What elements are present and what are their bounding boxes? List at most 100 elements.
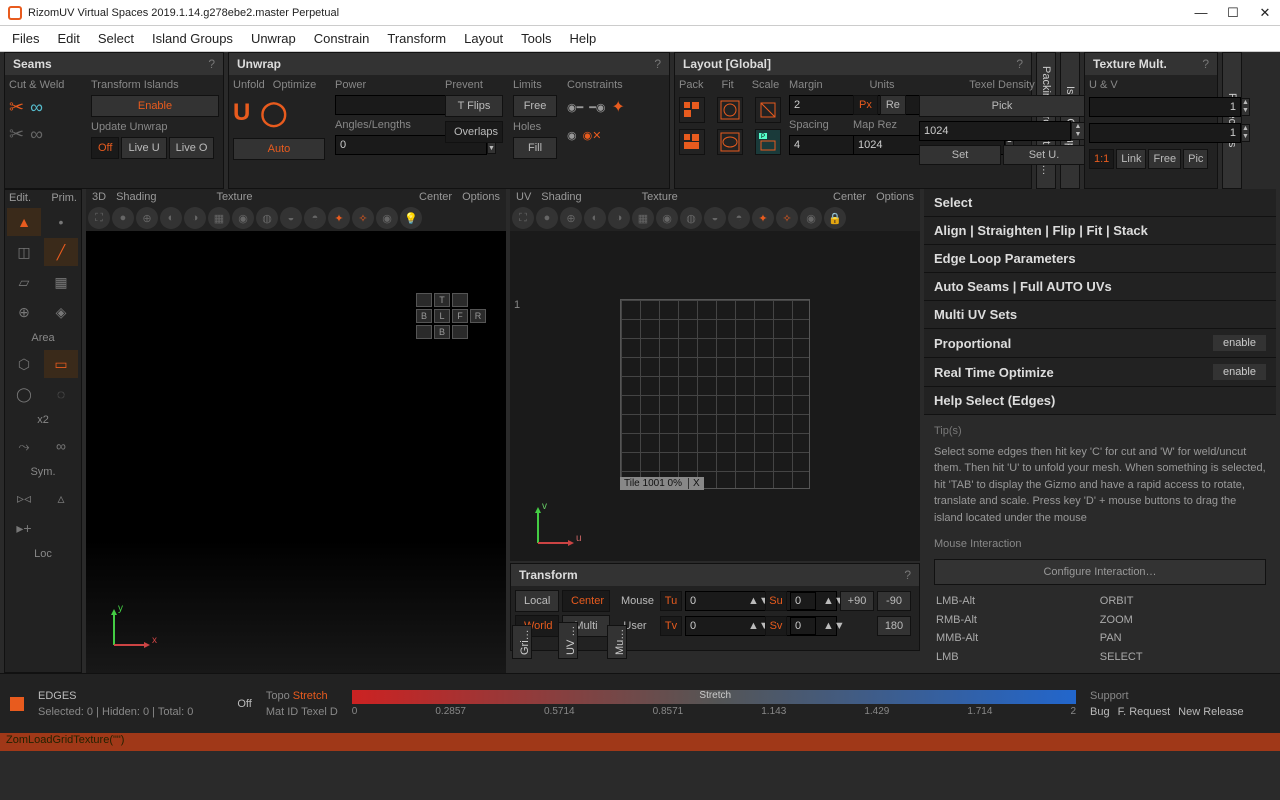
tflips-button[interactable]: T Flips (445, 95, 503, 117)
fit2-icon[interactable] (717, 129, 743, 155)
matid-label[interactable]: Mat ID (266, 706, 298, 718)
flip-tool[interactable]: ▸+ (7, 514, 41, 542)
edge-loop-section[interactable]: Edge Loop Parameters (924, 245, 1276, 273)
menu-constrain[interactable]: Constrain (314, 31, 370, 46)
pin-x-icon[interactable]: ◉✕ (583, 129, 602, 142)
auto-weld-icon[interactable]: ∞ (30, 124, 43, 145)
pack2-icon[interactable] (679, 129, 705, 155)
uvo2-icon[interactable]: 🔒 (824, 207, 846, 229)
pin-v-icon[interactable]: ◉━ (567, 101, 583, 114)
ratio-button[interactable]: 1:1 (1089, 149, 1114, 169)
weld-icon[interactable]: ∞ (30, 97, 43, 118)
menu-select[interactable]: Select (98, 31, 134, 46)
maximize-button[interactable]: ☐ (1226, 5, 1240, 21)
menu-layout[interactable]: Layout (464, 31, 503, 46)
sphere-tool[interactable]: ⊕ (7, 298, 41, 326)
tile-x[interactable]: X (688, 478, 700, 489)
fit-icon[interactable] (717, 97, 743, 123)
rect-tool[interactable]: ▭ (44, 350, 78, 378)
view-cube[interactable]: T BLFR B (414, 291, 488, 341)
help-icon[interactable]: ? (1202, 57, 1209, 71)
menu-island-groups[interactable]: Island Groups (152, 31, 233, 46)
uv-viewport[interactable]: UV Shading Texture Center Options ⛶●⊕◐◑ … (510, 189, 920, 561)
brush-tool[interactable]: ⬡ (7, 350, 41, 378)
select-section[interactable]: Select (924, 189, 1276, 217)
center2-icon[interactable]: ✧ (352, 207, 374, 229)
ring-tool[interactable]: ∞ (44, 432, 78, 460)
texeld-label[interactable]: Texel D (301, 706, 338, 718)
tex5-icon[interactable]: ◓ (304, 207, 326, 229)
m90-button[interactable]: -90 (877, 591, 911, 611)
frame-icon[interactable]: ⛶ (88, 207, 110, 229)
edge-tool[interactable]: ╱ (44, 238, 78, 266)
rto-section[interactable]: Real Time Optimizeenable (924, 358, 1276, 387)
off-button[interactable]: Off (91, 137, 119, 159)
re-button[interactable]: Re (880, 95, 906, 115)
uvt2-icon[interactable]: ◉ (656, 207, 678, 229)
sv-input[interactable] (790, 617, 816, 635)
help-icon[interactable]: ? (654, 57, 661, 71)
uvo1-icon[interactable]: ◉ (800, 207, 822, 229)
menu-unwrap[interactable]: Unwrap (251, 31, 296, 46)
texel-spinner[interactable]: ▲▼ (1071, 122, 1085, 140)
tex3-icon[interactable]: ◍ (256, 207, 278, 229)
scale-icon[interactable] (755, 97, 781, 123)
mirror-v-tool[interactable]: ▵ (44, 484, 78, 512)
r180-button[interactable]: 180 (877, 616, 911, 636)
uvs4-icon[interactable]: ◑ (608, 207, 630, 229)
pic-button[interactable]: Pic (1183, 149, 1208, 169)
menu-transform[interactable]: Transform (387, 31, 446, 46)
tu-button[interactable]: Tu (660, 591, 682, 611)
dot-tool[interactable]: • (44, 208, 78, 236)
free-button[interactable]: Free (1148, 149, 1181, 169)
config-button[interactable]: Configure Interaction… (934, 559, 1266, 586)
uv2-spinner[interactable]: ▲▼ (1241, 124, 1250, 142)
mirror-h-tool[interactable]: ▹◃ (7, 484, 41, 512)
set-button[interactable]: Set (919, 145, 1001, 165)
poly-tool[interactable]: ▱ (7, 268, 41, 296)
scale-p-icon[interactable]: P (755, 129, 781, 155)
auto-cut-icon[interactable]: ✂ (9, 124, 24, 145)
setu-button[interactable]: Set U. (1003, 145, 1085, 165)
uvc2-icon[interactable]: ✧ (776, 207, 798, 229)
loop-tool[interactable]: ◯ (7, 380, 41, 408)
uvs2-icon[interactable]: ⊕ (560, 207, 582, 229)
uvs1-icon[interactable]: ● (536, 207, 558, 229)
menu-tools[interactable]: Tools (521, 31, 551, 46)
auto-seams-section[interactable]: Auto Seams | Full AUTO UVs (924, 273, 1276, 301)
command-bar[interactable]: ZomLoadGridTexture("") (0, 733, 1280, 751)
shade3-icon[interactable]: ◐ (160, 207, 182, 229)
optimize-icon[interactable]: ◯ (260, 99, 287, 128)
p90-button[interactable]: +90 (840, 591, 874, 611)
center-button[interactable]: Center (562, 590, 610, 612)
uvtab[interactable]: UV … (558, 622, 578, 659)
live-u-button[interactable]: Live U (121, 137, 166, 159)
projections-tab[interactable]: Projections (1222, 52, 1242, 189)
su-button[interactable]: Su (765, 591, 787, 611)
stretch-label[interactable]: Stretch (293, 690, 328, 702)
opt2-icon[interactable]: 💡 (400, 207, 422, 229)
tv-spinner[interactable]: ▲▼ (748, 620, 762, 632)
menu-help[interactable]: Help (570, 31, 597, 46)
auto-button[interactable]: Auto (233, 138, 325, 160)
rto-enable-button[interactable]: enable (1213, 364, 1266, 380)
sv-button[interactable]: Sv (765, 616, 787, 636)
newrel-link[interactable]: New Release (1178, 706, 1243, 718)
tv-button[interactable]: Tv (660, 616, 682, 636)
live-o-button[interactable]: Live O (169, 137, 215, 159)
uv1-spinner[interactable]: ▲▼ (1241, 98, 1250, 116)
help-icon[interactable]: ? (904, 568, 911, 582)
tex4-icon[interactable]: ◒ (280, 207, 302, 229)
uv-frame-icon[interactable]: ⛶ (512, 207, 534, 229)
topo-label[interactable]: Topo (266, 690, 290, 702)
uvc1-icon[interactable]: ✦ (752, 207, 774, 229)
prop-enable-button[interactable]: enable (1213, 335, 1266, 351)
proportional-section[interactable]: Proportionalenable (924, 329, 1276, 358)
grid-tab[interactable]: Gri… (512, 625, 532, 659)
uvt4-icon[interactable]: ◒ (704, 207, 726, 229)
tex1-icon[interactable]: ▦ (208, 207, 230, 229)
su-input[interactable] (790, 592, 816, 610)
local-button[interactable]: Local (515, 590, 559, 612)
island-tool[interactable]: ◈ (44, 298, 78, 326)
uvt1-icon[interactable]: ▦ (632, 207, 654, 229)
